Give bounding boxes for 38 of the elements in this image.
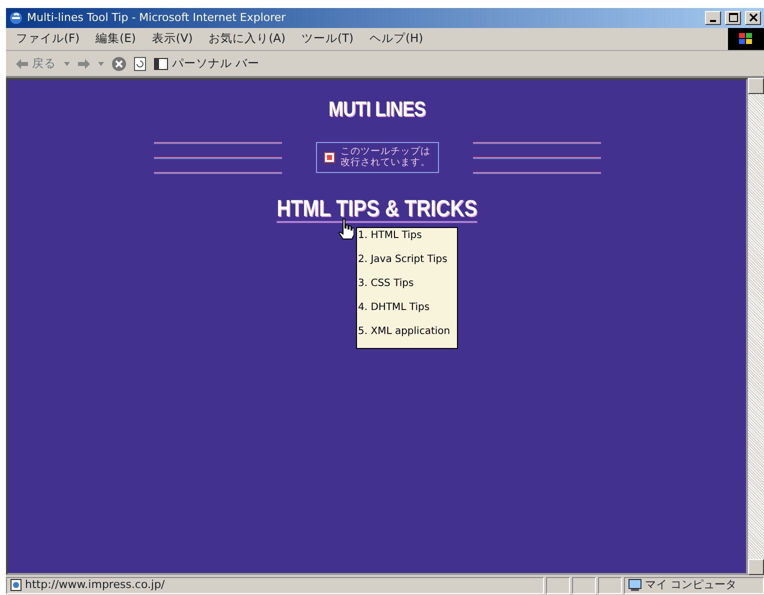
popup-item[interactable]: 5. XML application [357,324,457,348]
status-panel [598,576,622,594]
menu-item[interactable]: お気に入り(A) [208,30,286,48]
minimize-button[interactable] [705,11,721,25]
panel-icon [154,58,168,70]
page-icon [10,579,22,591]
maximize-icon [726,12,740,24]
page-heading: MUTI LINES [328,97,426,123]
close-button[interactable] [745,11,761,25]
menu-item[interactable]: ファイル(F) [16,30,80,48]
status-zone: マイ コンピュータ [624,576,764,594]
menu-item[interactable]: ヘルプ(H) [370,30,424,48]
status-panel [572,576,596,594]
popup-item[interactable]: 2. Java Script Tips [357,252,457,276]
menu-item[interactable]: 表示(V) [152,30,193,48]
stop-icon[interactable] [112,54,126,72]
vertical-scrollbar[interactable] [748,78,764,575]
popup-item[interactable]: 4. DHTML Tips [357,300,457,324]
window-title: Multi-lines Tool Tip - Microsoft Internet Explorer [27,10,287,26]
tips-link[interactable]: HTML TIPS & TRICKS [276,196,478,223]
tooltip-icon [324,152,334,163]
hand-cursor-icon [338,218,354,240]
close-icon [746,12,760,24]
status-panel [546,576,570,594]
maximize-button[interactable] [725,11,741,25]
ie-icon [9,10,23,26]
back-arrow-icon [16,58,28,68]
tooltip-text: このツールチップは 改行されています。 [340,147,430,168]
popup-item[interactable]: 3. CSS Tips [357,276,457,300]
refresh-icon[interactable] [134,54,146,72]
personal-bar-button[interactable]: パーソナル バー [154,54,260,72]
status-url: http://www.impress.co.jp/ [6,576,544,594]
popup-item[interactable]: 1. HTML Tips [357,228,457,252]
menu-item[interactable]: ツール(T) [302,30,354,48]
computer-icon [628,578,642,592]
windows-logo-icon [728,28,764,50]
menu-item[interactable]: 編集(E) [96,30,136,48]
minimize-icon [710,20,716,22]
